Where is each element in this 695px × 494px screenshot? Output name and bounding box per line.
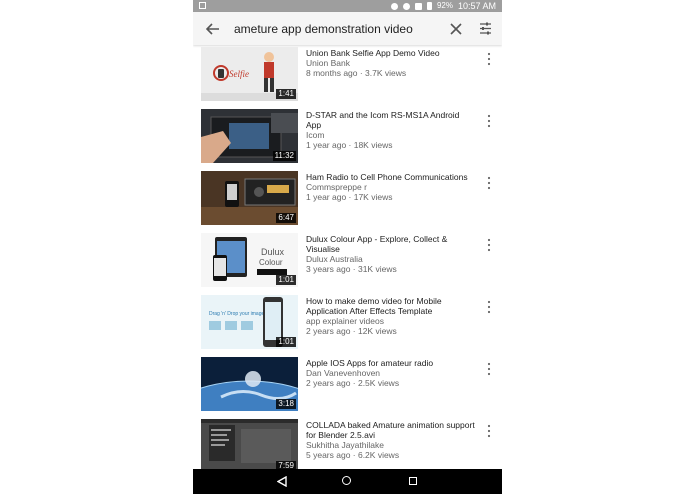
video-meta: 5 years ago · 6.2K views — [306, 450, 400, 460]
close-icon[interactable] — [450, 23, 462, 35]
selfie-logo-text: Selfie — [229, 69, 249, 79]
video-meta: 1 year ago · 17K views — [306, 192, 393, 202]
video-meta: 2 years ago · 2.5K views — [306, 378, 400, 388]
wifi-icon — [414, 2, 422, 10]
more-options-icon[interactable] — [487, 52, 491, 66]
video-meta: 3 years ago · 31K views — [306, 264, 397, 274]
video-title[interactable]: Ham Radio to Cell Phone Communications — [306, 172, 476, 182]
video-duration: 11:32 — [272, 151, 296, 161]
video-result[interactable]: 11:32 D-STAR and the Icom RS-MS1A Androi… — [193, 107, 502, 169]
video-result[interactable]: Dulux Colour 1:01 Dulux Colour App - Exp… — [193, 231, 502, 293]
video-title[interactable]: Union Bank Selfie App Demo Video — [306, 48, 476, 58]
more-options-icon[interactable] — [487, 176, 491, 190]
battery-level: 92% — [436, 1, 453, 10]
channel-name: Sukhitha Jayathilake — [306, 440, 384, 450]
system-navigation-bar — [193, 469, 502, 494]
video-duration: 6:47 — [276, 213, 296, 223]
back-arrow-icon[interactable] — [206, 22, 220, 36]
video-meta: 1 year ago · 18K views — [306, 140, 393, 150]
video-title[interactable]: COLLADA baked Amature animation support … — [306, 420, 476, 440]
more-options-icon[interactable] — [487, 238, 491, 252]
channel-name: Icom — [306, 130, 325, 140]
video-result[interactable]: Selfie 1:41 Union Bank Selfie App Demo V… — [193, 45, 502, 107]
more-options-icon[interactable] — [487, 114, 491, 128]
video-duration: 3:18 — [276, 399, 296, 409]
battery-icon — [426, 2, 432, 10]
video-title[interactable]: Dulux Colour App - Explore, Collect & Vi… — [306, 234, 476, 254]
channel-name: Union Bank — [306, 58, 350, 68]
channel-name: Commspreppe r — [306, 182, 367, 192]
video-results-list: Selfie 1:41 Union Bank Selfie App Demo V… — [193, 45, 502, 469]
video-result[interactable]: Drag 'n' Drop your images 1:01 How to ma… — [193, 293, 502, 355]
status-bar: 92% 10:57 AM — [193, 0, 502, 12]
device-screen: 92% 10:57 AM ameture app demonstration v… — [193, 0, 502, 494]
more-options-icon[interactable] — [487, 362, 491, 376]
video-meta: 8 months ago · 3.7K views — [306, 68, 407, 78]
video-thumbnail[interactable]: Drag 'n' Drop your images 1:01 — [201, 295, 298, 349]
video-title[interactable]: Apple IOS Apps for amateur radio — [306, 358, 476, 368]
channel-name: app explainer videos — [306, 316, 384, 326]
video-duration: 1:41 — [276, 89, 296, 99]
video-duration: 1:01 — [276, 275, 296, 285]
alarm-icon — [402, 2, 410, 10]
search-bar: ameture app demonstration video — [193, 12, 502, 45]
video-result[interactable]: 3:18 Apple IOS Apps for amateur radio Da… — [193, 355, 502, 417]
video-title[interactable]: D-STAR and the Icom RS-MS1A Android App — [306, 110, 476, 130]
channel-name: Dulux Australia — [306, 254, 363, 264]
video-result[interactable]: 6:47 Ham Radio to Cell Phone Communicati… — [193, 169, 502, 231]
dulux-logo-text: Dulux — [261, 247, 285, 257]
clock: 10:57 AM — [457, 1, 496, 11]
video-duration: 1:01 — [276, 337, 296, 347]
video-result[interactable]: 7:59 COLLADA baked Amature animation sup… — [193, 417, 502, 469]
nav-home-icon[interactable] — [342, 476, 351, 485]
video-title[interactable]: How to make demo video for Mobile Applic… — [306, 296, 476, 316]
video-thumbnail[interactable]: 3:18 — [201, 357, 298, 411]
video-thumbnail[interactable]: Selfie 1:41 — [201, 47, 298, 101]
more-options-icon[interactable] — [487, 300, 491, 314]
vibrate-icon — [390, 2, 398, 10]
video-meta: 2 years ago · 12K views — [306, 326, 397, 336]
video-duration: 7:59 — [276, 461, 296, 469]
search-query[interactable]: ameture app demonstration video — [234, 22, 413, 36]
nav-recents-icon[interactable] — [409, 477, 417, 485]
video-thumbnail[interactable]: 7:59 — [201, 419, 298, 469]
video-thumbnail[interactable]: 11:32 — [201, 109, 298, 163]
filter-icon[interactable] — [479, 22, 492, 35]
video-thumbnail[interactable]: 6:47 — [201, 171, 298, 225]
dulux-colour-text: Colour — [259, 258, 283, 267]
nav-back-icon[interactable] — [277, 476, 287, 487]
video-thumbnail[interactable]: Dulux Colour 1:01 — [201, 233, 298, 287]
more-options-icon[interactable] — [487, 424, 491, 438]
image-notification-icon — [199, 2, 206, 9]
drag-drop-text: Drag 'n' Drop your images — [209, 311, 267, 317]
channel-name: Dan Vanevenhoven — [306, 368, 381, 378]
